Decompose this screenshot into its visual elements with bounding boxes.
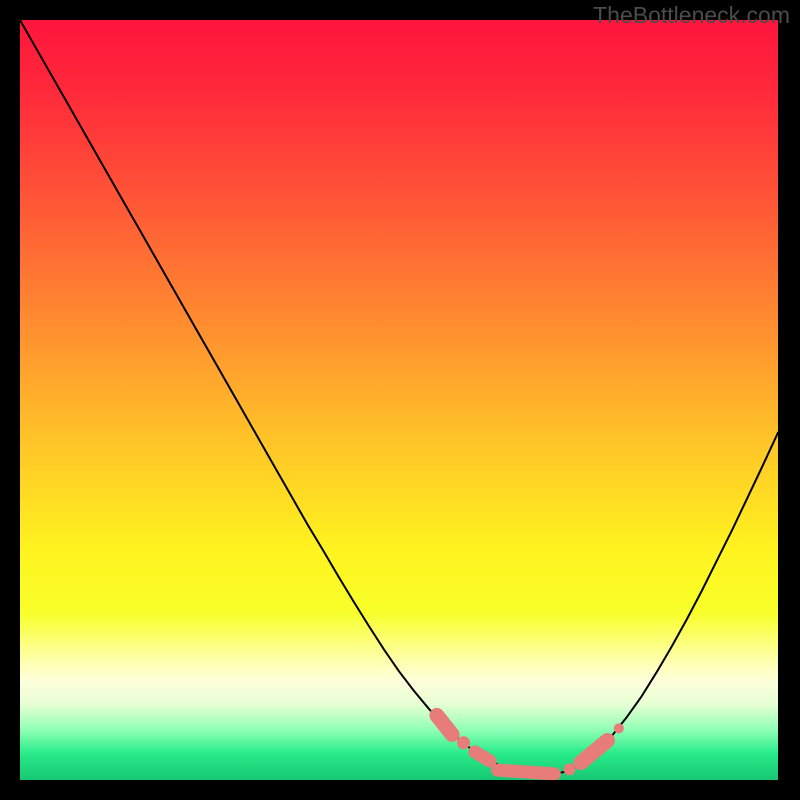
curve-marker-dot — [564, 763, 576, 775]
watermark-text: TheBottleneck.com — [593, 2, 790, 29]
curve-marker-dot — [457, 736, 470, 749]
chart-frame — [20, 20, 778, 780]
bottleneck-chart — [20, 20, 778, 780]
curve-marker-pill — [475, 752, 490, 761]
curve-marker-pill — [498, 770, 555, 774]
curve-marker-dot — [614, 723, 624, 733]
gradient-background — [20, 20, 778, 780]
